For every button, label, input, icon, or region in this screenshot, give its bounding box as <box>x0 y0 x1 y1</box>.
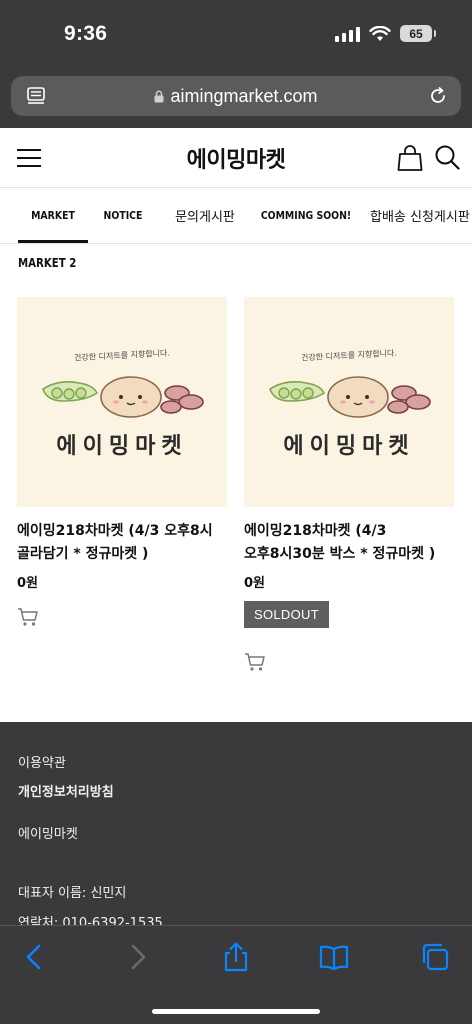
privacy-policy-link[interactable]: 개인정보처리방침 <box>18 781 114 800</box>
product-name[interactable]: 에이밍218차마켓 (4/3 오후8시 골라담기 * 정규마켓 ) <box>17 520 227 566</box>
dessert-illustration <box>42 376 204 418</box>
share-icon[interactable] <box>221 942 251 972</box>
thumbnail-brand: 에이밍마켓 <box>283 434 415 459</box>
footer-company-name: 에이밍마켓 <box>18 827 78 842</box>
status-bar: 9:36 65 <box>0 0 472 70</box>
forward-icon[interactable] <box>122 942 152 972</box>
section-title: MARKET 2 <box>18 256 77 270</box>
cellular-signal-icon <box>335 26 360 42</box>
tab-inquiry-board[interactable]: 문의게시판 <box>166 188 244 243</box>
url-text: aimingmarket.com <box>170 85 318 106</box>
footer-ceo: 대표자 이름: 신민지 <box>18 886 127 901</box>
url-display[interactable]: aimingmarket.com <box>11 76 461 116</box>
wifi-icon <box>369 25 391 41</box>
status-time: 9:36 <box>64 22 108 45</box>
status-indicators: 65 <box>335 25 436 42</box>
address-bar[interactable]: aimingmarket.com <box>11 76 461 116</box>
product-price: 0원 <box>17 576 39 591</box>
tab-combined-shipping-board[interactable]: 합배송 신청게시판 <box>370 188 472 243</box>
product-card[interactable]: 건강한 디저트를 지향합니다. 에이밍마켓 에이밍218차마켓 (4/3 오후8… <box>17 297 227 627</box>
site-footer: 이용약관 개인정보처리방침 에이밍마켓 대표자 이름: 신민지 연락처: 010… <box>0 722 472 942</box>
thumbnail-brand: 에이밍마켓 <box>56 434 188 459</box>
add-to-cart-icon[interactable] <box>17 607 39 627</box>
product-name[interactable]: 에이밍218차마켓 (4/3 오후8시30분 박스 * 정규마켓 ) <box>244 520 454 566</box>
tab-coming-soon[interactable]: COMMING SOON! <box>261 188 351 243</box>
active-tab-indicator <box>18 240 88 243</box>
dessert-illustration <box>269 376 431 418</box>
terms-link[interactable]: 이용약관 <box>18 752 66 771</box>
add-to-cart-icon[interactable] <box>244 652 266 672</box>
back-icon[interactable] <box>20 942 50 972</box>
search-icon[interactable] <box>434 144 460 170</box>
category-tabs: MARKET NOTICE 문의게시판 COMMING SOON! 합배송 신청… <box>0 188 472 244</box>
tabs-icon[interactable] <box>420 942 450 972</box>
soldout-badge: SOLDOUT <box>244 601 329 628</box>
tab-notice[interactable]: NOTICE <box>100 188 146 243</box>
shopping-bag-icon[interactable] <box>397 144 423 172</box>
product-card[interactable]: 건강한 디저트를 지향합니다. 에이밍마켓 에이밍218차마켓 (4/3 오후8… <box>244 297 454 672</box>
browser-top-bar: 9:36 65 aimingmarket.com <box>0 0 472 128</box>
product-thumbnail[interactable]: 건강한 디저트를 지향합니다. 에이밍마켓 <box>17 297 227 507</box>
thumbnail-tagline: 건강한 디저트를 지향합니다. <box>300 348 398 363</box>
site-header: 에이밍마켓 <box>0 128 472 188</box>
thumbnail-tagline: 건강한 디저트를 지향합니다. <box>73 348 171 363</box>
browser-toolbar <box>0 925 472 1024</box>
lock-icon <box>154 90 164 102</box>
reload-icon[interactable] <box>427 85 449 107</box>
battery-icon: 65 <box>400 25 436 42</box>
home-indicator <box>152 1009 320 1014</box>
product-thumbnail[interactable]: 건강한 디저트를 지향합니다. 에이밍마켓 <box>244 297 454 507</box>
product-price: 0원 <box>244 576 266 591</box>
bookmarks-icon[interactable] <box>319 942 349 972</box>
tab-market[interactable]: MARKET <box>23 188 83 243</box>
